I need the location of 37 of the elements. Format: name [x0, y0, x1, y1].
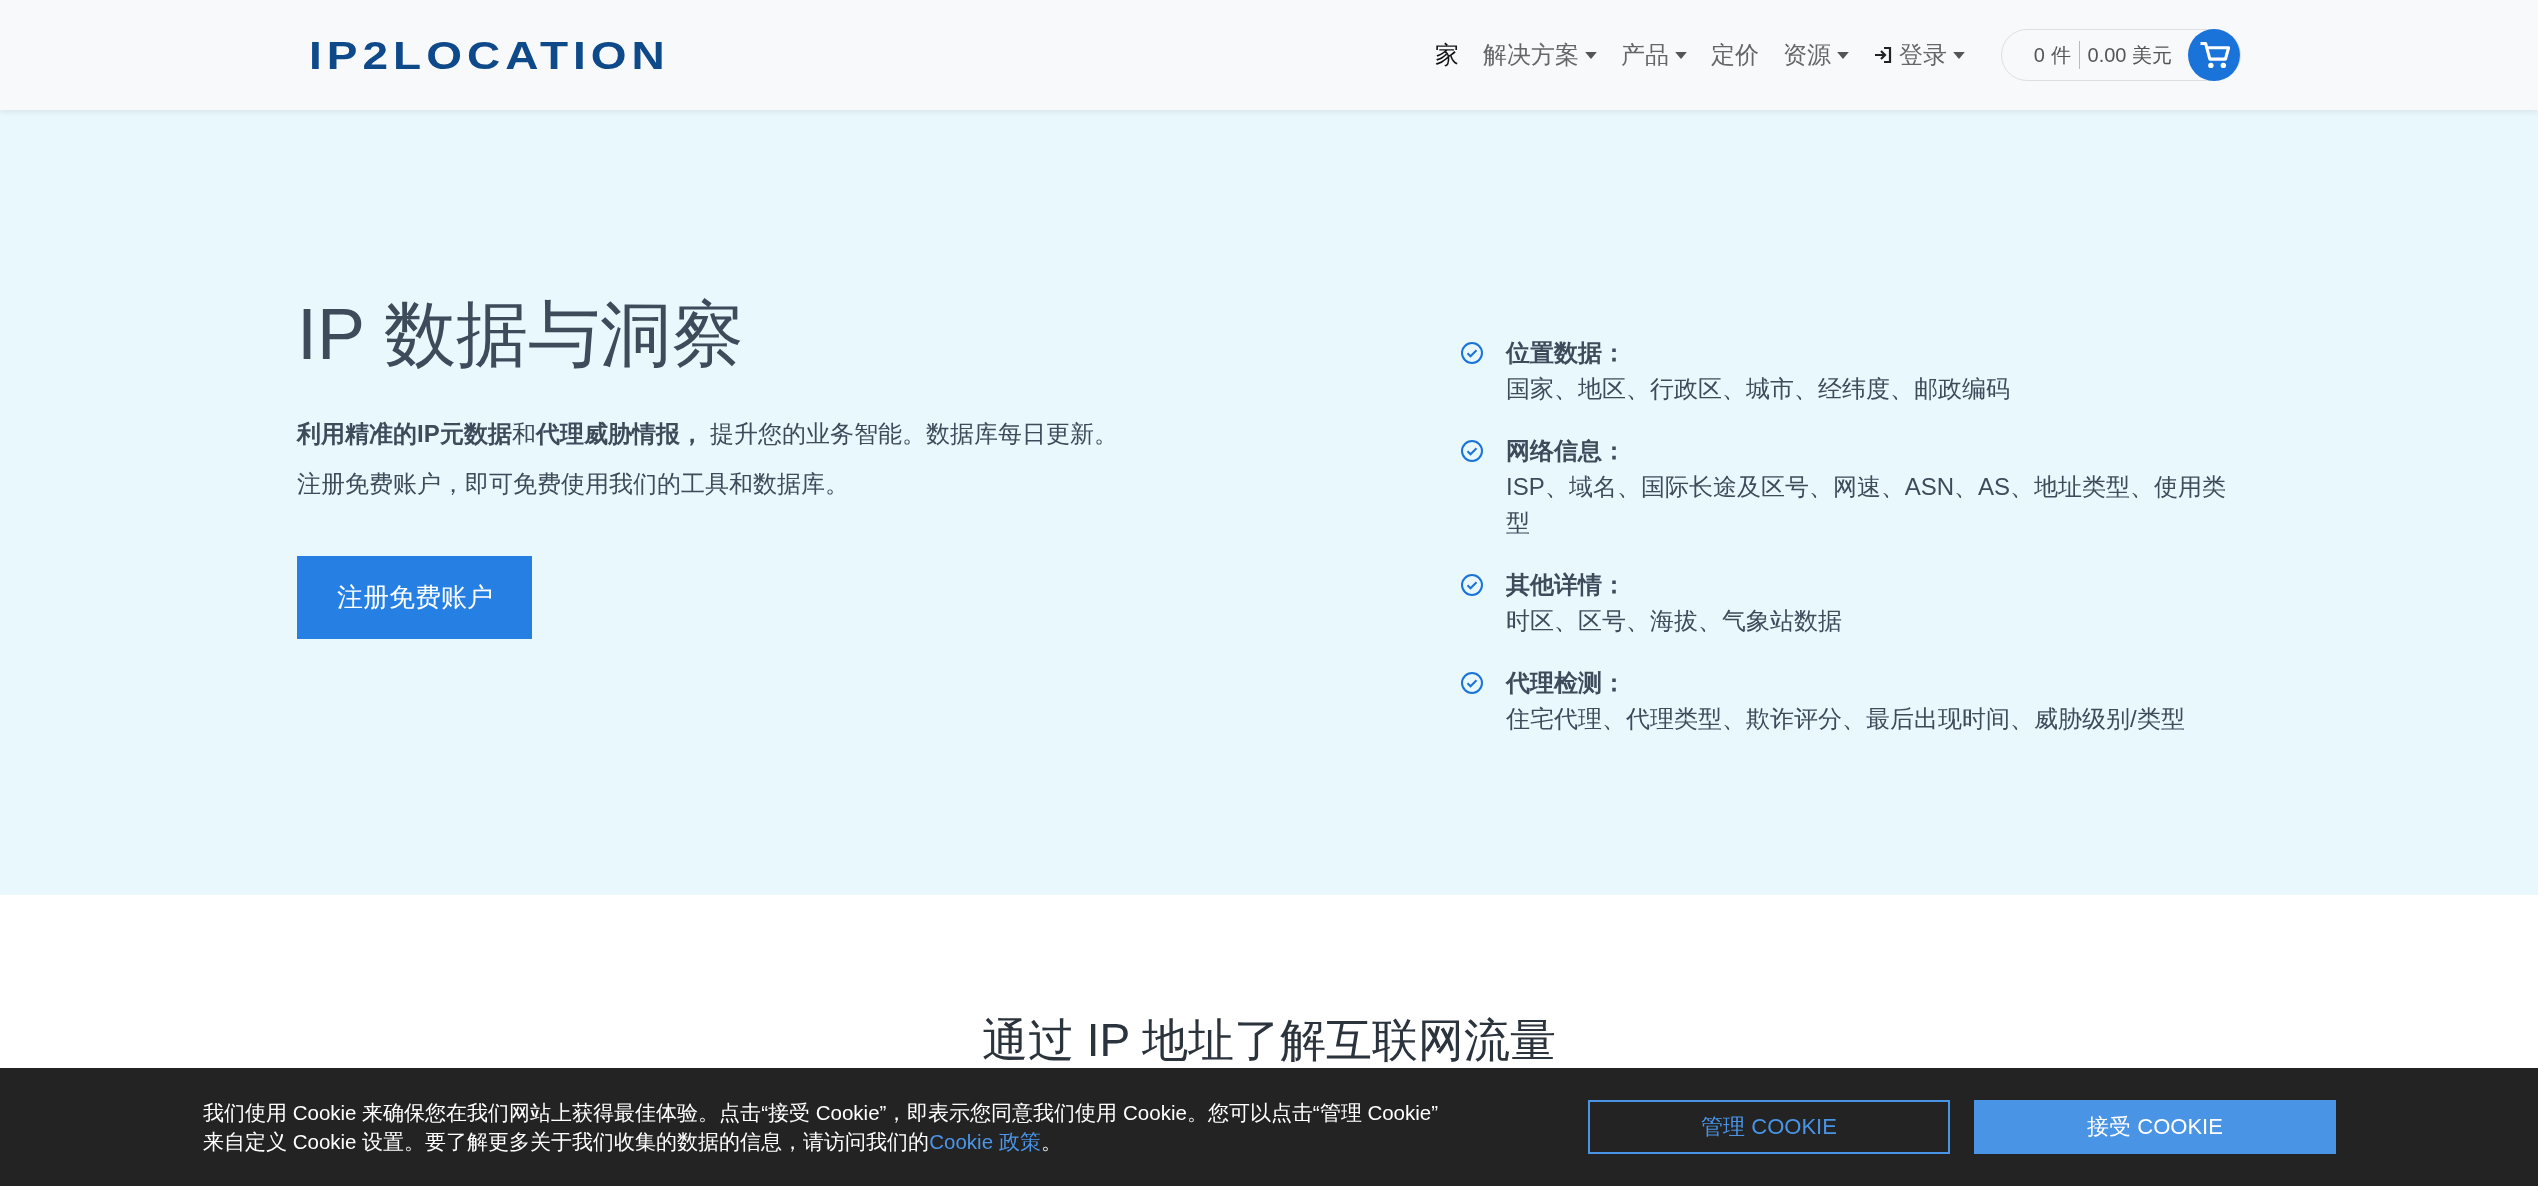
nav-link[interactable]: 家: [1434, 39, 1459, 71]
nav-link[interactable]: 解决方案: [1482, 39, 1597, 71]
feature-text: ISP、域名、国际长途及区号、网速、ASN、AS、地址类型、使用类型: [1506, 472, 2228, 538]
signup-button[interactable]: 注册免费账户: [297, 556, 532, 639]
caret-icon: [1674, 51, 1687, 59]
hero-title: IP 数据与洞察: [297, 298, 744, 370]
caret-icon: [1584, 51, 1597, 59]
cookie-policy-link[interactable]: Cookie 政策: [929, 1130, 1041, 1153]
cart-total: 0.00 美元: [2086, 42, 2173, 68]
hero-text: 注册免费账户，即可免费使用我们的工具和数据库。: [297, 469, 849, 499]
feature-text: 住宅代理、代理类型、欺诈评分、最后出现时间、威胁级别/类型: [1506, 704, 2186, 734]
feature-title: 其他详情：: [1506, 570, 1627, 600]
feature-title: 网络信息：: [1506, 436, 1627, 466]
feature-text: 时区、区号、海拔、气象站数据: [1506, 606, 1843, 636]
section-title: 通过 IP 地址了解互联网流量: [980, 1015, 1558, 1066]
nav-link[interactable]: 产品: [1620, 39, 1687, 71]
check-circle-icon: [1460, 573, 1484, 597]
check-circle-icon: [1460, 671, 1484, 695]
caret-icon: [1836, 51, 1849, 59]
nav-link[interactable]: 登录: [1872, 39, 1965, 71]
nav-link[interactable]: 定价: [1710, 39, 1759, 71]
cart-button[interactable]: 0 件 0.00 美元: [2000, 29, 2241, 81]
nav-link[interactable]: 资源: [1782, 39, 1849, 71]
check-circle-icon: [1460, 341, 1484, 365]
caret-icon: [1952, 51, 1965, 59]
cart-icon: [2188, 29, 2240, 81]
cart-count: 0 件: [2032, 42, 2072, 68]
logo[interactable]: IP2LOCATION: [309, 32, 670, 78]
login-icon: [1872, 45, 1893, 65]
check-circle-icon: [1460, 439, 1484, 463]
feature-title: 位置数据：: [1506, 338, 1627, 368]
manage-cookie-button[interactable]: 管理 COOKIE: [1588, 1100, 1950, 1154]
feature-text: 国家、地区、行政区、城市、经纬度、邮政编码: [1506, 374, 2011, 404]
cookie-text: 我们使用 Cookie 来确保您在我们网站上获得最佳体验。点击“接受 Cookie”，即表示您同意我们使用 Cookie。您可以点击“管理 Cookie” 来自定义 Cookie 设置。要了解更多关于我们收集的数据的信息，请访问我们的Cookie 政策。: [203, 1100, 1440, 1155]
accept-cookie-button[interactable]: 接受 COOKIE: [1974, 1100, 2336, 1154]
hero-text: 利用精准的IP元数据和代理威胁情报， 提升您的业务智能。数据库每日更新。: [297, 419, 1119, 449]
feature-title: 代理检测：: [1506, 668, 1627, 698]
